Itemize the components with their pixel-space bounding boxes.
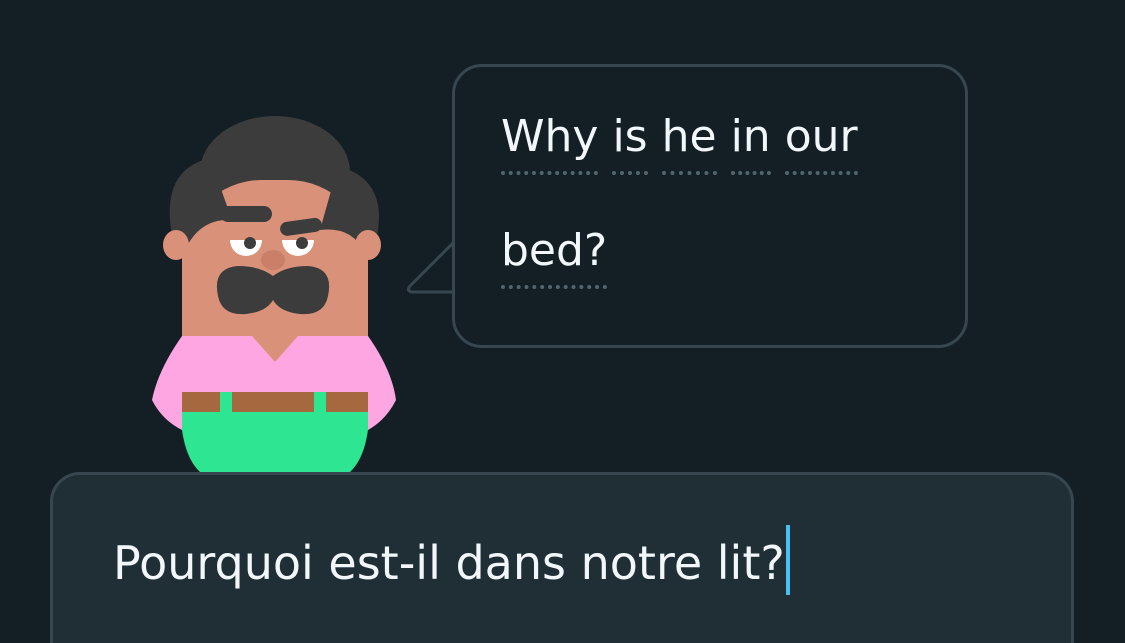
right-ear: [355, 230, 381, 260]
right-pupil: [296, 237, 308, 249]
answer-textarea[interactable]: Pourquoi est-il dans notre lit?: [50, 472, 1074, 643]
prompt-sentence: Why is he in our bed?: [501, 79, 941, 307]
character-illustration: [152, 116, 396, 480]
left-ear: [163, 230, 189, 260]
belt: [182, 392, 368, 412]
belt-loop-left: [220, 392, 232, 412]
right-arm: [368, 336, 396, 430]
answer-text-wrapper: Pourquoi est-il dans notre lit?: [113, 525, 790, 595]
pants: [182, 412, 368, 480]
left-eyebrow: [220, 206, 272, 222]
left-pupil: [244, 237, 256, 249]
prompt-word[interactable]: Why: [501, 109, 599, 175]
answer-value: Pourquoi est-il dans notre lit?: [113, 536, 785, 590]
belt-loop-right: [314, 392, 326, 412]
speech-bubble: Why is he in our bed?: [452, 64, 968, 348]
nose: [261, 250, 285, 270]
prompt-word[interactable]: bed?: [501, 223, 608, 289]
prompt-word[interactable]: our: [784, 109, 858, 175]
left-arm: [152, 336, 182, 430]
lesson-stage: Why is he in our bed? Pourquoi est-il dans no…: [0, 0, 1125, 643]
prompt-word[interactable]: he: [661, 109, 717, 175]
text-caret: [785, 525, 790, 595]
prompt-word[interactable]: is: [612, 109, 648, 175]
prompt-word[interactable]: in: [730, 109, 771, 175]
